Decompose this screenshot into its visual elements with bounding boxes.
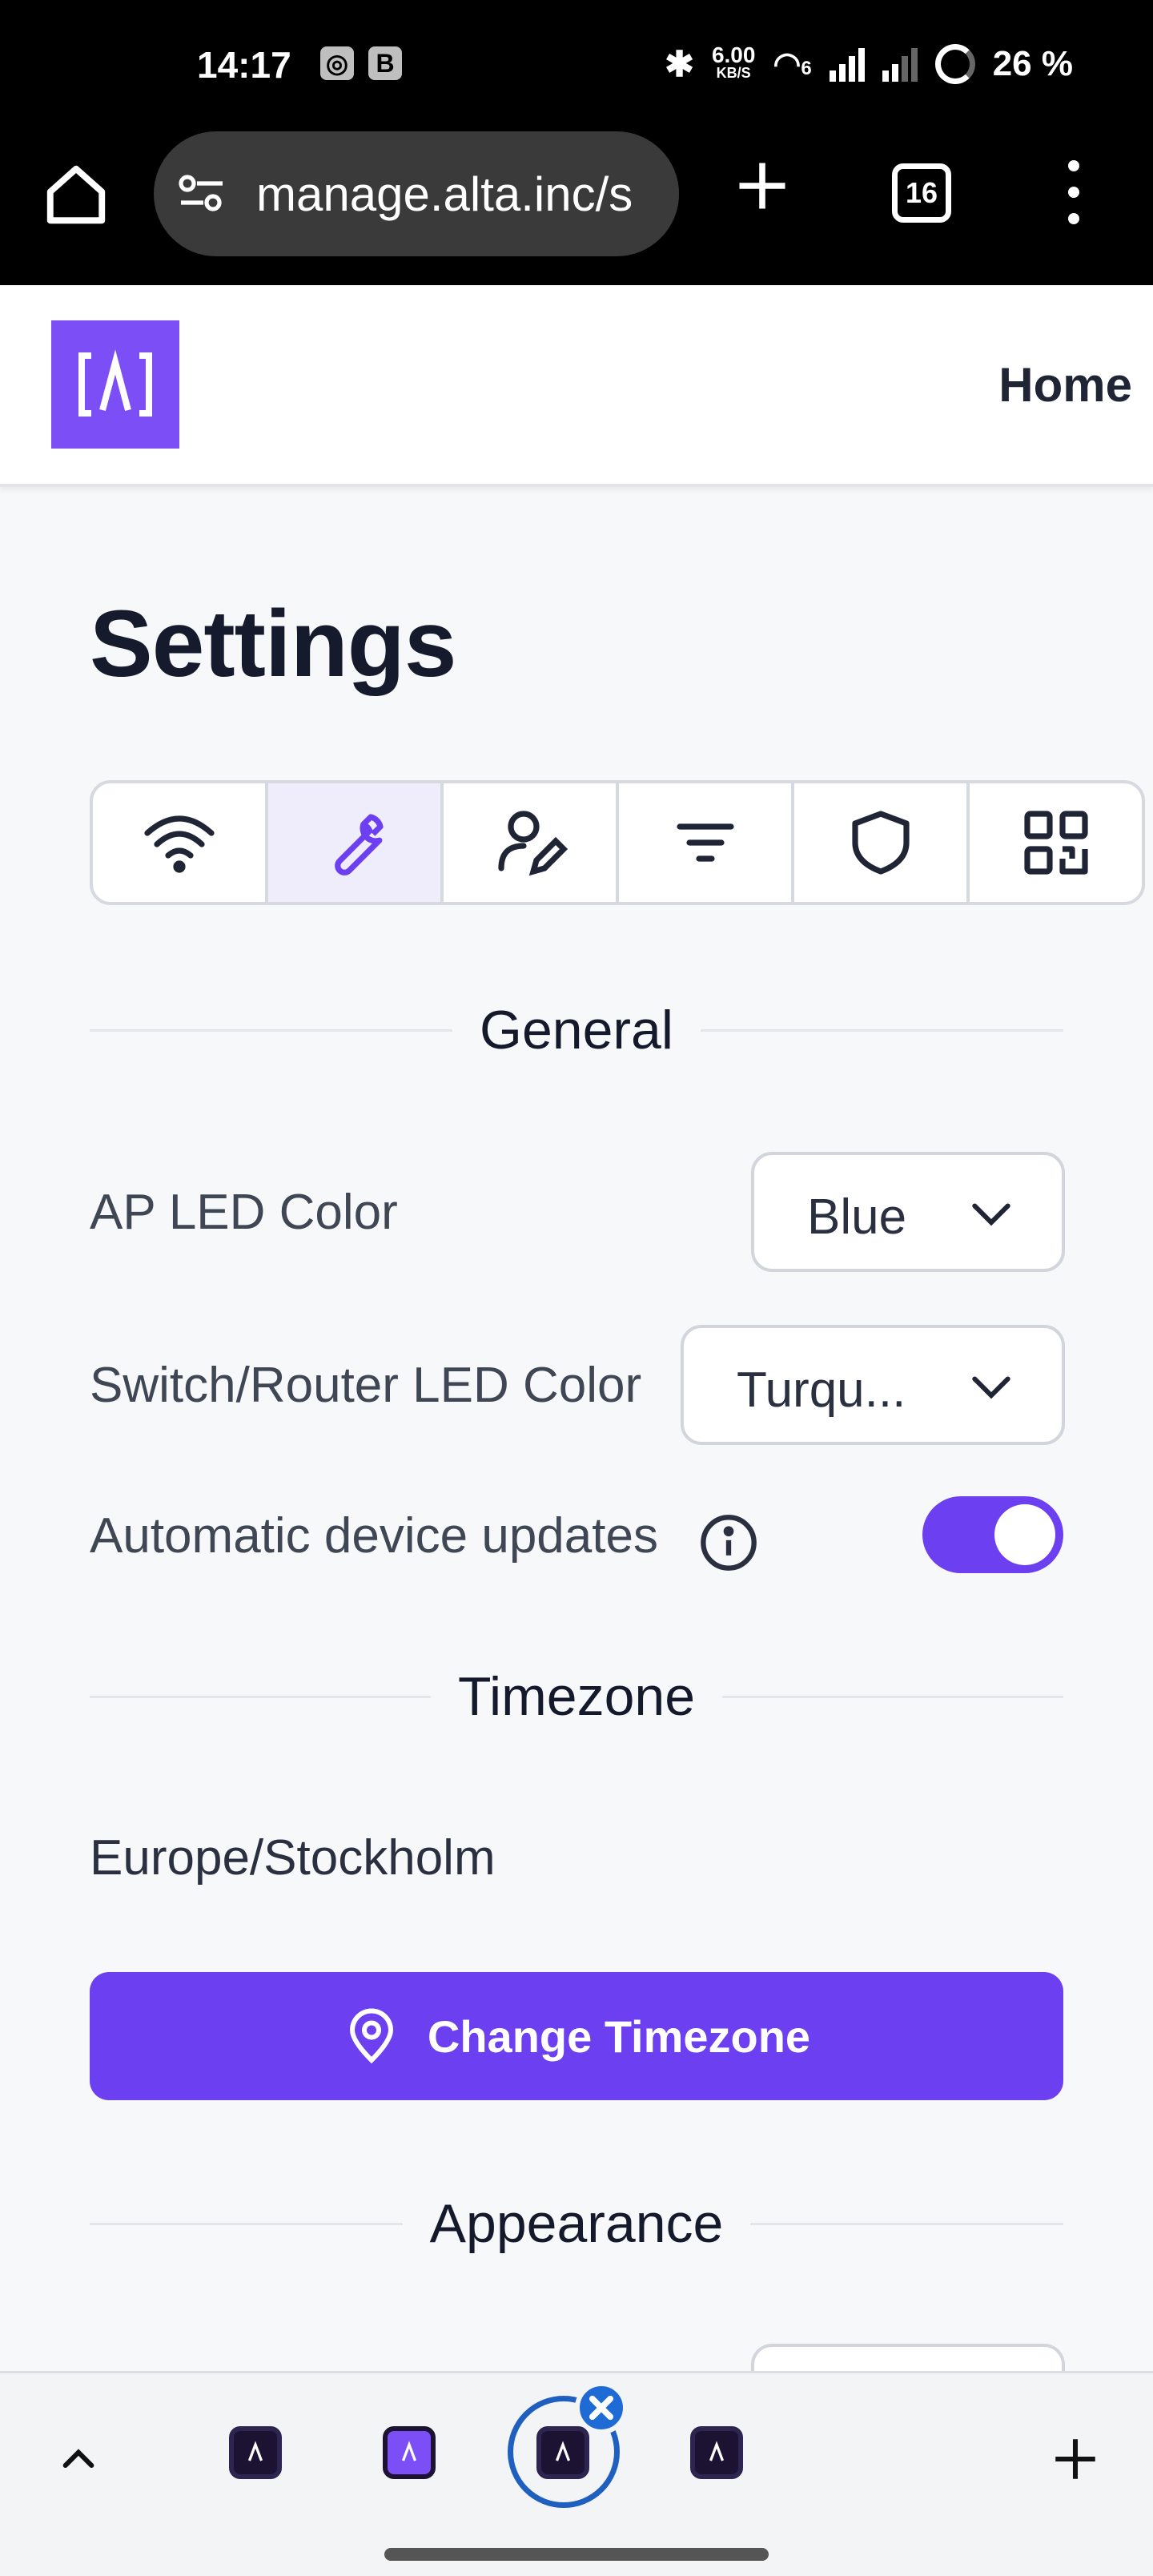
net-speed: 6.00 KB/S bbox=[711, 42, 756, 82]
info-icon[interactable] bbox=[698, 1512, 759, 1573]
switch-led-select[interactable]: Turqu... bbox=[681, 1325, 1065, 1445]
url-text: manage.alta.inc/s bbox=[256, 167, 633, 221]
signal-2-icon bbox=[882, 46, 918, 82]
settings-tab-group bbox=[90, 780, 1145, 905]
tab-thumbnail[interactable] bbox=[229, 2426, 282, 2479]
alta-favicon-icon bbox=[247, 2441, 263, 2461]
add-tab-icon[interactable] bbox=[1049, 2433, 1102, 2485]
app-notification-icon: ◎ bbox=[320, 46, 354, 80]
map-pin-icon bbox=[349, 2008, 393, 2064]
tab-users[interactable] bbox=[444, 783, 619, 902]
close-icon bbox=[589, 2395, 614, 2421]
site-settings-icon[interactable] bbox=[178, 173, 226, 213]
tab-thumbnail[interactable] bbox=[383, 2426, 436, 2479]
tab-devices[interactable] bbox=[970, 783, 1142, 902]
page-title: Settings bbox=[90, 591, 456, 697]
new-tab-icon[interactable] bbox=[732, 155, 793, 216]
b-badge-icon: B bbox=[368, 46, 402, 80]
tab-security[interactable] bbox=[794, 783, 970, 902]
bluetooth-icon: ✱ bbox=[665, 44, 694, 84]
ap-led-select[interactable]: Blue bbox=[751, 1152, 1065, 1272]
chevron-down-icon bbox=[972, 1376, 1010, 1399]
shield-icon bbox=[851, 811, 910, 875]
section-general-title: General bbox=[480, 1000, 673, 1061]
chevron-down-icon bbox=[972, 1203, 1010, 1226]
battery-ring-icon bbox=[934, 44, 975, 84]
nav-home-link[interactable]: Home bbox=[998, 357, 1132, 413]
auto-updates-label: Automatic device updates bbox=[90, 1508, 658, 1564]
alta-favicon-icon bbox=[555, 2441, 571, 2461]
tab-filters[interactable] bbox=[619, 783, 794, 902]
close-tab-button[interactable] bbox=[575, 2381, 628, 2434]
browser-toolbar: manage.alta.inc/s 16 bbox=[0, 131, 1153, 285]
alta-logo-icon[interactable] bbox=[51, 320, 179, 449]
section-timezone: Timezone bbox=[90, 1656, 1064, 1737]
wifi-icon bbox=[143, 815, 215, 873]
timezone-value: Europe/Stockholm bbox=[90, 1830, 496, 1886]
section-appearance: Appearance bbox=[90, 2184, 1064, 2264]
tab-wifi[interactable] bbox=[93, 783, 268, 902]
status-bar: 14:17 ◎ B ✱ 6.00 KB/S ◠6 26 % bbox=[0, 0, 1153, 131]
tab-thumbnail-active[interactable] bbox=[536, 2426, 589, 2479]
chevron-up-icon[interactable] bbox=[56, 2437, 101, 2482]
section-appearance-title: Appearance bbox=[429, 2193, 724, 2254]
change-timezone-button[interactable]: Change Timezone bbox=[90, 1972, 1063, 2100]
switch-led-label: Switch/Router LED Color bbox=[90, 1358, 642, 1413]
section-timezone-title: Timezone bbox=[457, 1666, 696, 1727]
user-edit-icon bbox=[497, 811, 568, 876]
ap-led-value: Blue bbox=[807, 1189, 907, 1245]
change-timezone-label: Change Timezone bbox=[427, 2010, 811, 2062]
url-bar[interactable]: manage.alta.inc/s bbox=[154, 131, 679, 256]
alta-favicon-icon bbox=[401, 2441, 417, 2461]
gesture-handle[interactable] bbox=[384, 2548, 769, 2561]
wifi-status-icon: ◠6 bbox=[773, 46, 812, 82]
browser-tab-strip bbox=[0, 2371, 1153, 2576]
section-general: General bbox=[90, 990, 1064, 1070]
toggle-knob bbox=[994, 1504, 1055, 1565]
battery-percent: 26 % bbox=[992, 44, 1073, 83]
ap-led-label: AP LED Color bbox=[90, 1185, 398, 1240]
alta-favicon-icon bbox=[709, 2441, 725, 2461]
tab-general[interactable] bbox=[268, 783, 444, 902]
tab-switcher-button[interactable]: 16 bbox=[892, 163, 951, 223]
qr-scan-icon bbox=[1023, 811, 1088, 875]
status-time: 14:17 bbox=[197, 44, 291, 86]
wrench-icon bbox=[334, 814, 384, 875]
switch-led-value: Turqu... bbox=[737, 1362, 906, 1418]
auto-updates-toggle[interactable] bbox=[922, 1496, 1063, 1573]
signal-icon bbox=[829, 46, 865, 82]
home-icon[interactable] bbox=[42, 160, 110, 229]
more-menu-icon[interactable] bbox=[1062, 160, 1086, 224]
tab-thumbnail[interactable] bbox=[690, 2426, 743, 2479]
status-right: ✱ 6.00 KB/S ◠6 26 % bbox=[665, 38, 1073, 90]
filter-icon bbox=[676, 823, 734, 862]
app-header: Home bbox=[0, 285, 1153, 487]
